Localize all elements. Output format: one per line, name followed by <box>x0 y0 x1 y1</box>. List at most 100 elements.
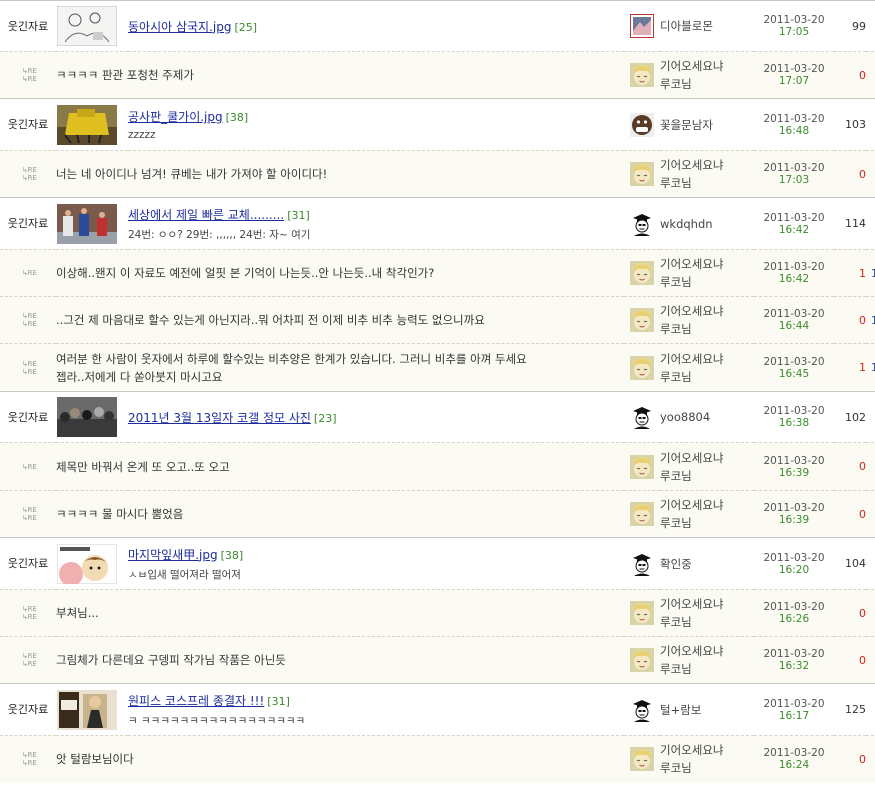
author-name[interactable]: 기어오세요냐 <box>660 741 754 759</box>
graduate-avatar-icon[interactable] <box>630 405 654 429</box>
reply-text: 너는 네 아이디나 넘겨! 큐베는 내가 가져야 할 아이디다! <box>56 150 624 198</box>
reply-arrow-icon: ↳RE <box>22 751 37 760</box>
comment-count[interactable]: [31] <box>267 695 290 708</box>
board-table: 웃긴자료 동아시아 삼국지.jpg [25] 디아블로몬 2011-03-20 17… <box>0 0 875 783</box>
recommend-count: 6 <box>866 51 875 99</box>
view-count: 104 <box>834 537 866 590</box>
comment-count[interactable]: [31] <box>287 209 310 222</box>
author-name[interactable]: 기어오세요냐 <box>660 642 754 660</box>
post-title-link[interactable]: 세상에서 제일 빠른 교체......... <box>128 208 284 222</box>
reply-row: ↳RE ↳RE ㅋㅋㅋㅋ 판관 포청천 주제가 기어오세요냐 루코님 2011-03… <box>0 51 875 99</box>
view-count: 0 <box>834 735 866 783</box>
thumbnail-image[interactable] <box>57 104 117 145</box>
view-count: 0 <box>834 51 866 99</box>
graduate-avatar-icon[interactable] <box>630 212 654 236</box>
reply-text: ㅋㅋㅋㅋ 물 마시다 뿜었음 <box>56 490 624 538</box>
author-name[interactable]: 디아블로몬 <box>660 0 754 52</box>
author-name[interactable]: yoo8804 <box>660 391 754 443</box>
post-row: 웃긴자료 세상에서 제일 빠른 교체......... [31] 24번: ㅇㅇ?… <box>0 197 875 250</box>
comment-count[interactable]: [25] <box>234 21 257 34</box>
face-avatar-icon[interactable] <box>630 648 654 672</box>
thumbnail-image[interactable] <box>57 689 117 730</box>
post-time: 16:20 <box>778 563 810 576</box>
reply-text: 앗 털람보님이다 <box>56 735 624 783</box>
author-name[interactable]: 기어오세요냐 <box>660 350 754 368</box>
author-name-line2[interactable]: 루코님 <box>660 368 754 386</box>
photo-avatar-icon[interactable] <box>630 112 654 137</box>
reply-row: ↳RE 이상해..왠지 이 자료도 예전에 얼핏 본 기억이 나는듯..안 나는… <box>0 249 875 297</box>
graduate-avatar-icon[interactable] <box>630 552 654 576</box>
post-date: 2011-03-20 <box>763 405 825 417</box>
face-avatar-icon[interactable] <box>630 455 654 479</box>
author-name-line2[interactable]: 루코님 <box>660 660 754 678</box>
author-name[interactable]: 기어오세요냐 <box>660 302 754 320</box>
reply-arrow-icon: ↳RE <box>22 514 37 522</box>
author-name[interactable]: 털+람보 <box>660 683 754 736</box>
reply-row: ↳RE ↳RE 그림체가 다른데요 구뎅피 작가님 작품은 아닌듯 기어오세요냐 루… <box>0 636 875 684</box>
recommend-count: 6 <box>866 490 875 538</box>
reply-row: ↳RE ↳RE 여러분 한 사람이 웃자에서 하루에 할수있는 비추양은 한계가 … <box>0 343 875 392</box>
post-title-link[interactable]: 2011년 3월 13일자 코갤 정모 사진 <box>128 411 311 425</box>
face-avatar-icon[interactable] <box>630 747 654 771</box>
recommend-count: 11 <box>866 296 875 344</box>
square-avatar-icon[interactable] <box>630 14 654 38</box>
author-name-line2[interactable]: 루코님 <box>660 174 754 192</box>
reply-time: 16:24 <box>778 759 810 772</box>
author-name[interactable]: 기어오세요냐 <box>660 57 754 75</box>
view-count: 114 <box>834 197 866 250</box>
thumbnail-image[interactable] <box>57 203 117 244</box>
face-avatar-icon[interactable] <box>630 502 654 526</box>
reply-arrow-icon: ↳RE <box>22 605 37 613</box>
author-name[interactable]: wkdqhdn <box>660 197 754 250</box>
view-count: 0 <box>834 442 866 491</box>
thumbnail-image[interactable] <box>57 397 117 437</box>
post-time: 16:42 <box>778 223 810 236</box>
post-date: 2011-03-20 <box>763 551 825 564</box>
reply-date: 2011-03-20 <box>763 355 825 368</box>
author-name[interactable]: 기어오세요냐 <box>660 449 754 467</box>
reply-time: 16:44 <box>778 320 810 332</box>
author-name-line2[interactable]: 루코님 <box>660 759 754 777</box>
author-name-line2[interactable]: 루코님 <box>660 514 754 532</box>
face-avatar-icon[interactable] <box>630 162 654 186</box>
comment-count[interactable]: [38] <box>226 111 249 124</box>
author-name[interactable]: 기어오세요냐 <box>660 156 754 174</box>
post-title-link[interactable]: 원피스 코스프레 종결자 !!! <box>128 694 264 708</box>
face-avatar-icon[interactable] <box>630 261 654 285</box>
thumbnail-image[interactable] <box>57 543 117 584</box>
face-avatar-icon[interactable] <box>630 63 654 87</box>
face-avatar-icon[interactable] <box>630 601 654 625</box>
post-title-link[interactable]: 동아시아 삼국지.jpg <box>128 20 231 34</box>
author-name-line2[interactable]: 루코님 <box>660 273 754 291</box>
comment-count[interactable]: [38] <box>221 549 244 562</box>
face-avatar-icon[interactable] <box>630 356 654 380</box>
reply-time: 16:39 <box>778 514 810 526</box>
post-row: 웃긴자료 공사판_쿨가이.jpg [38] zzzzz 꽃을문남자 2011-03… <box>0 98 875 151</box>
author-name-line2[interactable]: 루코님 <box>660 75 754 93</box>
author-name[interactable]: 확인중 <box>660 537 754 590</box>
author-name-line2[interactable]: 루코님 <box>660 467 754 485</box>
author-name-line2[interactable]: 루코님 <box>660 320 754 338</box>
author-name[interactable]: 꽃을문남자 <box>660 98 754 151</box>
face-avatar-icon[interactable] <box>630 308 654 332</box>
reply-row: ↳RE ↳RE ..그건 제 마음대로 할수 있는게 아닌지라..뭐 어차피 전 … <box>0 296 875 344</box>
category-label: 웃긴자료 <box>0 537 56 590</box>
post-title-link[interactable]: 마지막잎새甲.jpg <box>128 548 218 562</box>
recommend-count: 3 <box>866 150 875 198</box>
recommend-count: 3 <box>866 537 875 590</box>
reply-date: 2011-03-20 <box>763 162 825 174</box>
comment-count[interactable]: [23] <box>314 412 337 425</box>
author-name[interactable]: 기어오세요냐 <box>660 255 754 273</box>
post-row: 웃긴자료 동아시아 삼국지.jpg [25] 디아블로몬 2011-03-20 17… <box>0 0 875 52</box>
recommend-count: 5 <box>866 735 875 783</box>
post-date: 2011-03-20 <box>763 14 825 26</box>
thumbnail-image[interactable] <box>57 6 117 46</box>
author-name-line2[interactable]: 루코님 <box>660 613 754 631</box>
author-name[interactable]: 기어오세요냐 <box>660 595 754 613</box>
author-name[interactable]: 기어오세요냐 <box>660 496 754 514</box>
post-title-link[interactable]: 공사판_쿨가이.jpg <box>128 110 223 124</box>
post-row: 웃긴자료 원피스 코스프레 종결자 !!! [31] ㅋ ㅋㅋㅋㅋㅋㅋㅋㅋㅋㅋㅋㅋ… <box>0 683 875 736</box>
graduate-avatar-icon[interactable] <box>630 698 654 722</box>
view-count: 0 <box>834 636 866 684</box>
post-date: 2011-03-20 <box>763 112 825 125</box>
